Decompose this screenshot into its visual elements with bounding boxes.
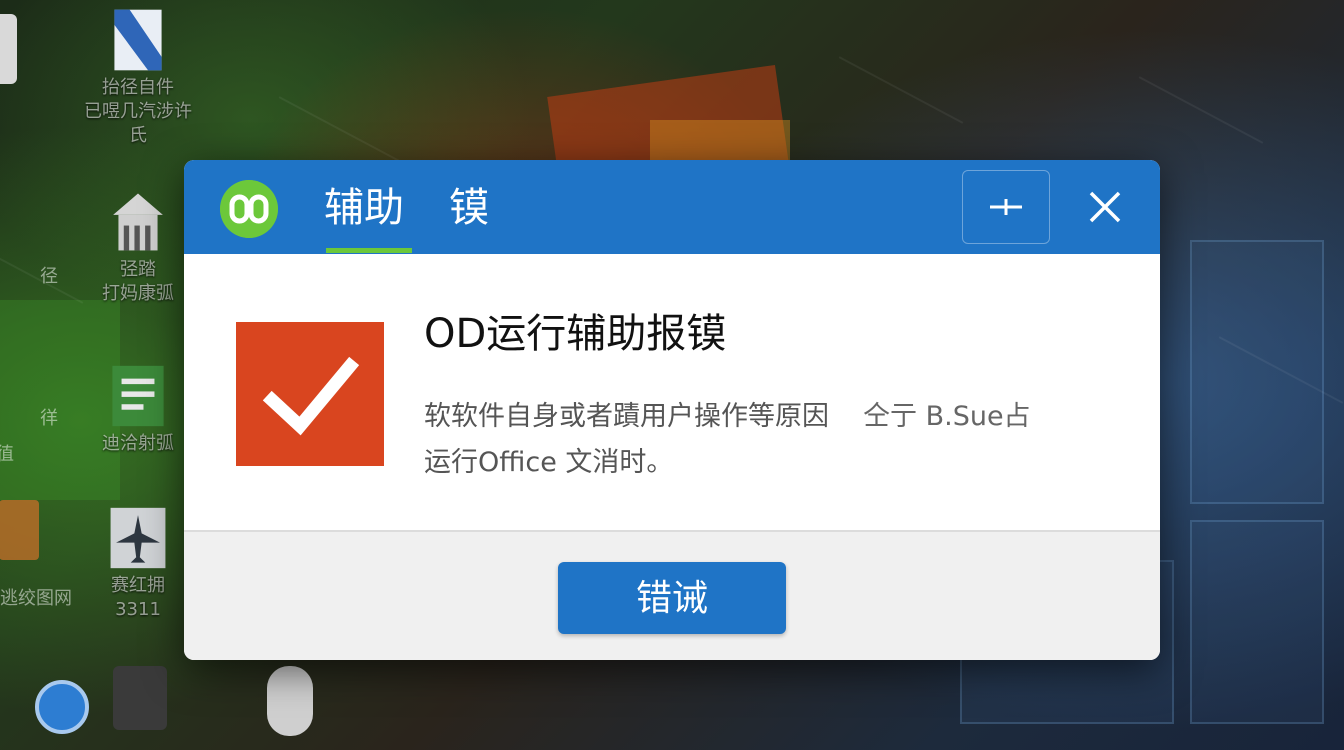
wallpaper-window-pane-1 bbox=[1190, 240, 1324, 504]
wallpaper-window-pane-2 bbox=[1190, 520, 1324, 724]
error-confirm-button[interactable]: 错诫 bbox=[558, 562, 786, 634]
desktop-icon-bottom-1[interactable] bbox=[30, 680, 94, 734]
settings-icon bbox=[35, 680, 89, 734]
app-logo-icon bbox=[220, 180, 278, 238]
notes-icon bbox=[112, 365, 164, 427]
dialog-footer: 错诫 bbox=[184, 530, 1160, 660]
capsule-icon bbox=[267, 666, 313, 736]
document-icon bbox=[114, 9, 162, 71]
dialog-titlebar[interactable]: 辅助 镆 bbox=[184, 160, 1160, 254]
close-button[interactable] bbox=[1074, 170, 1136, 244]
desktop-icon-bottom-2[interactable] bbox=[108, 666, 172, 730]
message-garbled-text: 仝亍 B.Sue占 bbox=[863, 401, 1031, 432]
box-icon bbox=[0, 14, 17, 84]
active-tab-indicator bbox=[326, 248, 412, 253]
basket-icon bbox=[0, 500, 39, 560]
desktop-icon-notes[interactable]: 迪洽射弧 bbox=[78, 364, 198, 456]
message-line-1: 软软件自身或者蹟用户操作等原因 bbox=[424, 401, 829, 432]
message-body: 软软件自身或者蹟用户操作等原因 仝亍 B.Sue占 运行Office 文消时。 bbox=[424, 394, 1114, 486]
desktop-icon-airplane[interactable]: 赛红拥 3311 bbox=[78, 506, 198, 622]
desktop-side-label: 徝 bbox=[0, 444, 14, 465]
airplane-icon bbox=[110, 507, 166, 569]
monitor-icon bbox=[113, 666, 167, 730]
rain-streak bbox=[278, 96, 404, 164]
error-dialog: 辅助 镆 OD运行辅助报镆 软软件自身或者蹟用户操作等原因 仝亍 B.Sue占 运… bbox=[184, 160, 1160, 660]
desktop-icon-label: 抬径自件 已喅几汽涉许氏 bbox=[84, 77, 192, 146]
message-title: OD运行辅助报镆 bbox=[424, 311, 727, 357]
rain-streak bbox=[838, 56, 964, 124]
desktop-icon-partial[interactable] bbox=[0, 14, 24, 84]
pin-button[interactable] bbox=[962, 170, 1050, 244]
desktop-icon-label: 迪洽射弧 bbox=[102, 433, 174, 454]
message-line-2: 运行Office 文消时。 bbox=[424, 447, 674, 478]
desktop-icon-house[interactable]: 弪踏 打妈康弧 bbox=[78, 190, 198, 306]
desktop-icon-document[interactable]: 抬径自件 已喅几汽涉许氏 bbox=[78, 8, 198, 148]
desktop-side-label: 径 bbox=[40, 266, 58, 287]
rain-streak bbox=[1138, 76, 1264, 144]
dialog-body: OD运行辅助报镆 软软件自身或者蹟用户操作等原因 仝亍 B.Sue占 运行Offi… bbox=[184, 254, 1160, 530]
desktop-icon-bottom-3[interactable] bbox=[258, 666, 322, 736]
desktop-side-label: 徉 bbox=[40, 408, 58, 429]
checkmark-icon bbox=[236, 322, 384, 466]
house-icon bbox=[113, 193, 163, 251]
desktop-side-label: 逃绞图网 bbox=[0, 588, 72, 609]
desktop-icon-label: 赛红拥 3311 bbox=[111, 575, 165, 620]
tab-assist[interactable]: 辅助 bbox=[324, 180, 404, 254]
desktop-icon-label: 弪踏 打妈康弧 bbox=[102, 259, 174, 304]
desktop-icon-partial-basket[interactable] bbox=[0, 500, 44, 560]
close-icon bbox=[1089, 191, 1121, 223]
pin-icon bbox=[990, 199, 1022, 215]
tab-error[interactable]: 镆 bbox=[449, 180, 489, 236]
